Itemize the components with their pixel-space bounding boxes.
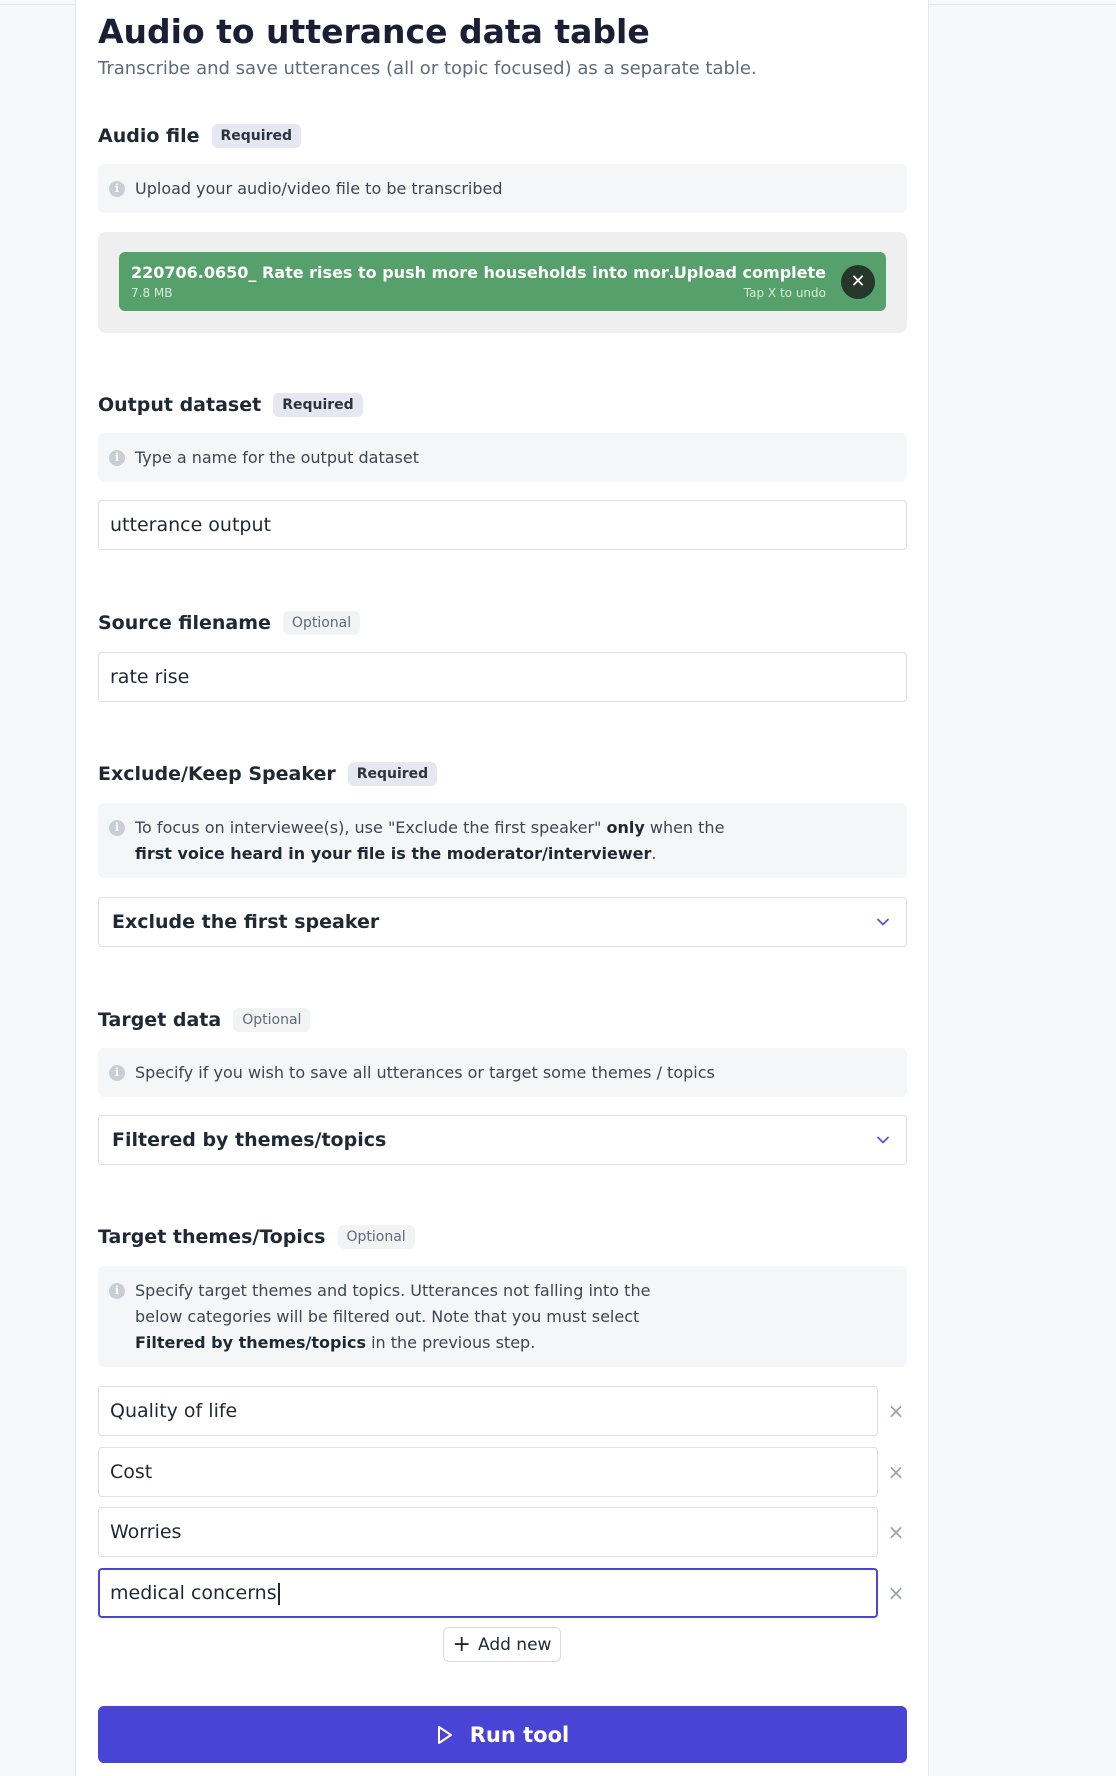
chevron-down-icon <box>877 1136 889 1144</box>
close-icon: × <box>887 1460 905 1484</box>
uploaded-file-bar: 220706.0650_ Rate rises to push more hou… <box>119 252 886 311</box>
target-data-select[interactable]: Filtered by themes/topics <box>98 1115 907 1165</box>
theme-input-active[interactable]: medical concerns <box>98 1568 878 1618</box>
exclude-hint-text: . <box>651 844 657 863</box>
exclude-hint-text: when the <box>644 818 725 837</box>
info-icon: i <box>109 450 125 466</box>
target-data-selected-value: Filtered by themes/topics <box>112 1129 387 1151</box>
themes-hint-emphasis: Filtered by themes/topics <box>135 1333 366 1352</box>
output-dataset-hint: i Type a name for the output dataset <box>98 433 907 482</box>
remove-theme-button[interactable]: × <box>886 1583 906 1603</box>
output-dataset-label-row: Output dataset Required <box>98 391 363 419</box>
exclude-speaker-selected-value: Exclude the first speaker <box>112 911 380 933</box>
add-theme-label: Add new <box>477 1634 552 1655</box>
source-filename-input[interactable]: rate rise <box>98 652 907 702</box>
target-themes-hint: i Specify target themes and topics. Utte… <box>98 1266 907 1367</box>
target-data-hint-text: Specify if you wish to save all utteranc… <box>135 1063 715 1082</box>
exclude-speaker-label: Exclude/Keep Speaker <box>98 763 336 785</box>
target-data-label-row: Target data Optional <box>98 1006 311 1034</box>
required-badge: Required <box>273 393 363 417</box>
output-dataset-label: Output dataset <box>98 394 262 416</box>
output-dataset-input[interactable]: utterance output <box>98 500 907 550</box>
remove-theme-button[interactable]: × <box>886 1522 906 1542</box>
close-icon: × <box>887 1581 905 1605</box>
remove-theme-button[interactable]: × <box>886 1401 906 1421</box>
uploaded-file-name: 220706.0650_ Rate rises to push more hou… <box>131 263 686 282</box>
theme-input[interactable]: Quality of life <box>98 1386 878 1436</box>
required-badge: Required <box>211 124 301 148</box>
close-icon: × <box>887 1520 905 1544</box>
page-subtitle: Transcribe and save utterances (all or t… <box>98 58 757 79</box>
source-filename-label-row: Source filename Optional <box>98 609 361 637</box>
play-icon <box>437 1725 452 1744</box>
target-themes-label-row: Target themes/Topics Optional <box>98 1223 415 1251</box>
page-title: Audio to utterance data table <box>98 12 650 51</box>
themes-hint-text: Specify target themes and topics. Uttera… <box>135 1281 651 1326</box>
required-badge: Required <box>347 762 438 786</box>
audio-file-label: Audio file <box>98 125 200 147</box>
optional-badge: Optional <box>282 611 361 635</box>
output-dataset-hint-text: Type a name for the output dataset <box>135 448 419 467</box>
info-icon: i <box>109 181 125 197</box>
chevron-down-icon <box>877 918 889 926</box>
upload-dropzone[interactable]: 220706.0650_ Rate rises to push more hou… <box>98 232 907 333</box>
remove-theme-button[interactable]: × <box>886 1462 906 1482</box>
info-icon: i <box>109 1283 125 1299</box>
audio-file-hint-text: Upload your audio/video file to be trans… <box>135 179 503 198</box>
audio-file-label-row: Audio file Required <box>98 122 301 150</box>
exclude-speaker-select[interactable]: Exclude the first speaker <box>98 897 907 947</box>
close-icon: × <box>887 1399 905 1423</box>
exclude-hint-emphasis: only <box>606 818 645 837</box>
optional-badge: Optional <box>337 1225 415 1249</box>
source-filename-label: Source filename <box>98 612 271 634</box>
info-icon: i <box>109 820 125 836</box>
themes-hint-text: in the previous step. <box>365 1333 536 1352</box>
add-theme-button[interactable]: + Add new <box>443 1627 561 1662</box>
plus-icon: + <box>452 1631 471 1657</box>
optional-badge: Optional <box>233 1008 311 1032</box>
exclude-speaker-label-row: Exclude/Keep Speaker Required <box>98 760 438 788</box>
tool-panel: Audio to utterance data table Transcribe… <box>75 0 929 1776</box>
theme-input-value: medical concerns <box>110 1582 277 1604</box>
target-data-hint: i Specify if you wish to save all uttera… <box>98 1048 907 1097</box>
exclude-hint-text: To focus on interviewee(s), use "Exclude… <box>135 818 607 837</box>
target-data-label: Target data <box>98 1009 222 1031</box>
run-tool-label: Run tool <box>469 1722 570 1747</box>
info-icon: i <box>109 1065 125 1081</box>
theme-input[interactable]: Cost <box>98 1447 878 1497</box>
text-caret <box>277 1582 280 1605</box>
target-themes-label: Target themes/Topics <box>98 1226 326 1248</box>
close-icon: ✕ <box>850 271 866 292</box>
upload-status: Upload complete <box>673 263 826 282</box>
audio-file-hint: i Upload your audio/video file to be tra… <box>98 164 907 213</box>
exclude-hint-emphasis: first voice heard in your file is the mo… <box>135 844 652 863</box>
upload-undo-hint: Tap X to undo <box>743 286 826 300</box>
run-tool-button[interactable]: Run tool <box>98 1706 907 1763</box>
exclude-speaker-hint: i To focus on interviewee(s), use "Exclu… <box>98 803 907 878</box>
remove-upload-button[interactable]: ✕ <box>841 265 875 299</box>
uploaded-file-size: 7.8 MB <box>131 286 173 300</box>
theme-input[interactable]: Worries <box>98 1507 878 1557</box>
